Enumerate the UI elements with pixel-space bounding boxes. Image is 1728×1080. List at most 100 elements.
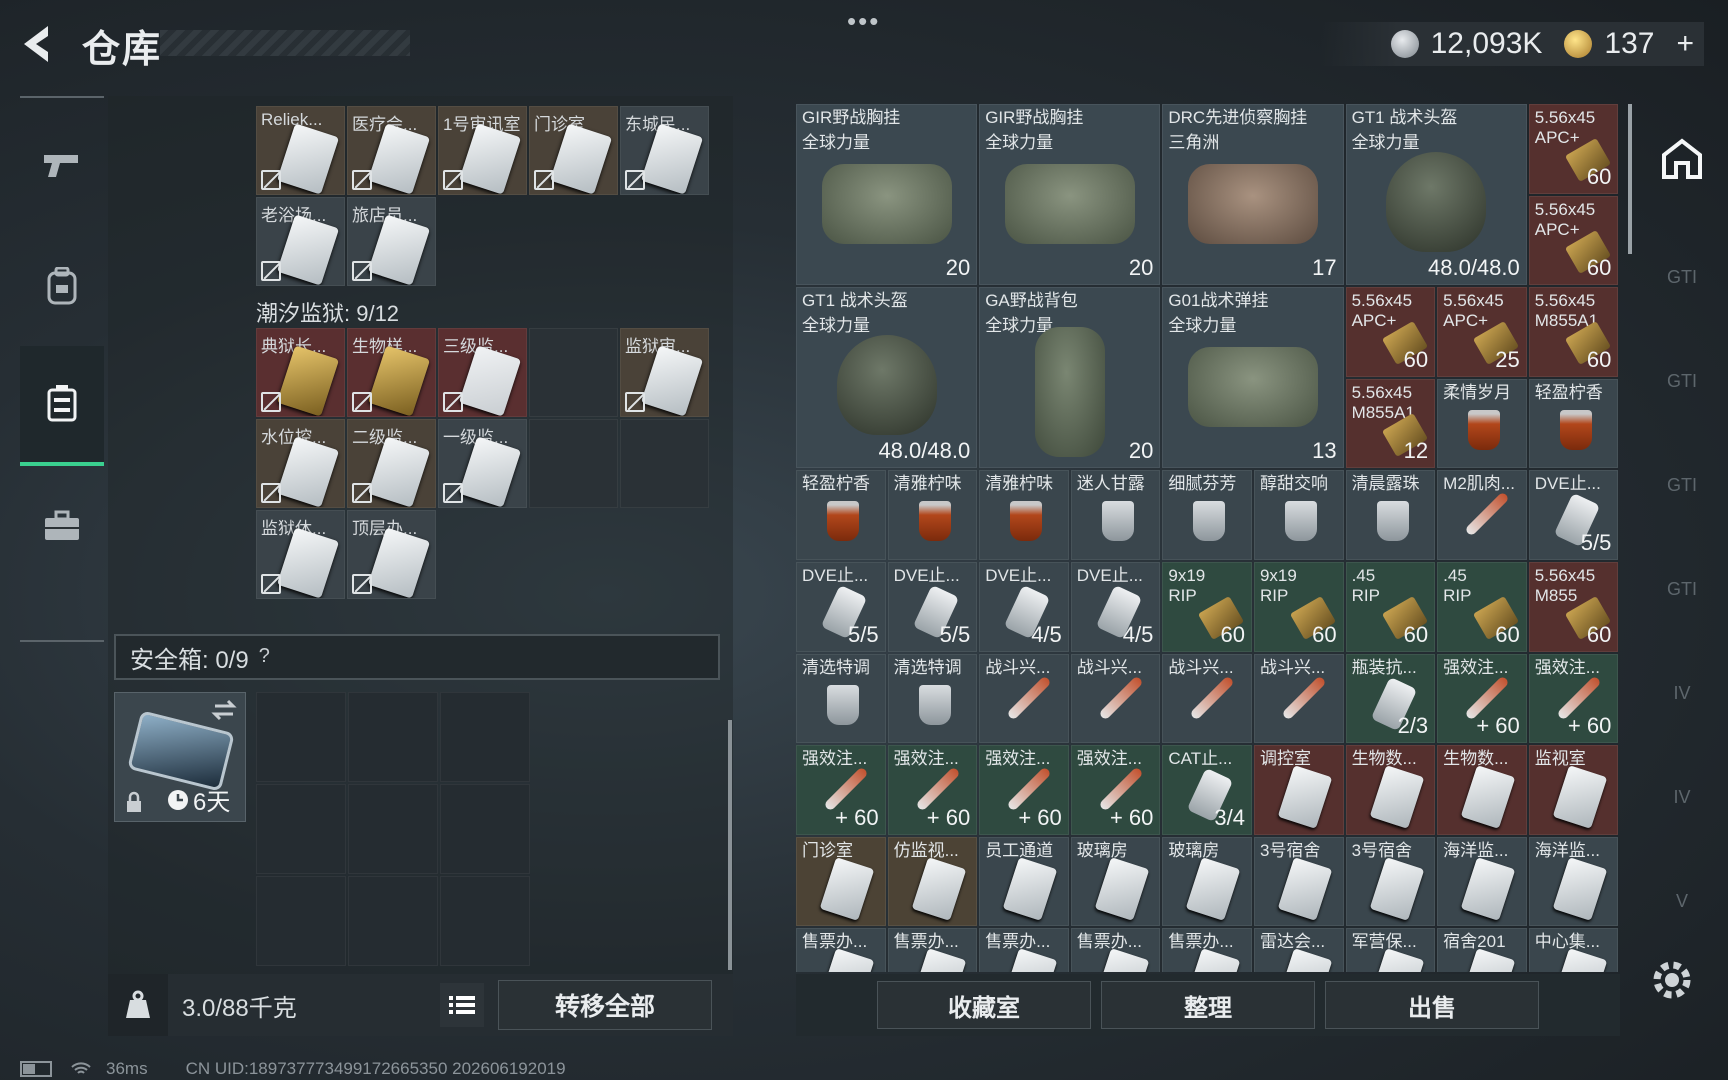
backpack-tab[interactable] xyxy=(20,226,104,346)
warehouse-item[interactable]: CAT止... 3/4 xyxy=(1162,745,1252,835)
key-slot[interactable]: 医疗会... xyxy=(347,106,436,195)
warehouse-item[interactable]: 5.56x45 M855 60 xyxy=(1528,561,1619,652)
key-slot[interactable]: 二级监... xyxy=(347,419,436,508)
warehouse-item[interactable]: 强效注... + 60 xyxy=(1528,653,1619,744)
key-slot[interactable]: 老浴场... xyxy=(256,197,345,286)
key-slot[interactable]: 三级监... xyxy=(438,328,527,417)
safebox-slot[interactable] xyxy=(440,876,530,966)
back-arrow-icon[interactable] xyxy=(18,22,60,66)
warehouse-item[interactable]: 5.56x45 APC+ 60 xyxy=(1528,195,1619,286)
transfer-all-button[interactable]: 转移全部 xyxy=(498,980,712,1030)
warehouse-item[interactable]: GIR野战胸挂 全球力量 20 xyxy=(796,104,978,286)
warehouse-item[interactable]: 9x19 RIP 60 xyxy=(1253,561,1344,652)
warehouse-item[interactable]: 中心集... xyxy=(1528,928,1619,972)
warehouse-item[interactable]: 战斗兴... xyxy=(1070,653,1161,744)
settings-gear-icon[interactable] xyxy=(1650,958,1694,1002)
key-slot[interactable]: 生物样... xyxy=(347,328,436,417)
sell-button[interactable]: 出售 xyxy=(1325,981,1539,1029)
warehouse-item[interactable]: 醇甜交响 xyxy=(1253,470,1344,560)
safebox-grid[interactable] xyxy=(256,692,530,966)
warehouse-item[interactable]: 生物数... xyxy=(1345,745,1436,835)
safebox-slot[interactable] xyxy=(256,692,346,782)
key-slot[interactable]: 监狱审... xyxy=(620,328,709,417)
help-icon[interactable]: ? xyxy=(259,645,283,669)
warehouse-item[interactable]: 5.56x45 APC+ 60 xyxy=(1528,104,1619,194)
key-slot[interactable]: 一级监... xyxy=(438,419,527,508)
warehouse-item[interactable]: 战斗兴... xyxy=(1162,653,1252,744)
warehouse-item[interactable]: 宿舍201 xyxy=(1437,928,1527,972)
key-slot[interactable]: Reliek... xyxy=(256,106,345,195)
warehouse-item[interactable]: .45 RIP 60 xyxy=(1437,561,1527,652)
warehouse-item[interactable]: DVE止... 5/5 xyxy=(796,561,886,652)
warehouse-item[interactable]: 清选特调 xyxy=(887,653,978,744)
equipment-filter-tab[interactable]: GTI xyxy=(1640,326,1724,436)
warehouse-item[interactable]: GA野战背包 全球力量 20 xyxy=(979,287,1161,469)
warehouse-item[interactable]: 5.56x45 M855A1 60 xyxy=(1528,287,1619,377)
list-view-button[interactable] xyxy=(440,983,484,1027)
warehouse-item[interactable]: 售票办... xyxy=(887,928,978,972)
warehouse-item[interactable]: 清雅柠味 xyxy=(887,470,978,560)
warehouse-item[interactable]: 售票办... xyxy=(979,928,1069,972)
warehouse-item[interactable]: GT1 战术头盔 全球力量 48.0/48.0 xyxy=(1345,104,1527,286)
left-scrollbar[interactable] xyxy=(728,720,732,970)
warehouse-item[interactable]: 强效注... + 60 xyxy=(887,745,978,835)
storage-tab[interactable] xyxy=(20,346,104,466)
key-slot[interactable] xyxy=(529,419,618,508)
warehouse-item[interactable]: 清雅柠味 xyxy=(979,470,1069,560)
equipment-filter-tab[interactable]: GTI xyxy=(1640,534,1724,644)
warehouse-item[interactable]: 海洋监... xyxy=(1437,836,1527,927)
warehouse-item[interactable]: DVE止... 4/5 xyxy=(979,561,1069,652)
warehouse-item[interactable]: G01战术弹挂 全球力量 13 xyxy=(1162,287,1344,469)
warehouse-item[interactable]: 轻盈柠香 xyxy=(796,470,886,560)
key-slot[interactable]: 水位控... xyxy=(256,419,345,508)
add-currency-button[interactable]: + xyxy=(1676,27,1694,61)
warehouse-item[interactable]: 3号宿舍 xyxy=(1345,836,1436,927)
warehouse-item[interactable]: M2肌肉... xyxy=(1437,470,1527,560)
safebox-slot[interactable] xyxy=(256,876,346,966)
warehouse-item[interactable]: 迷人甘露 xyxy=(1070,470,1161,560)
warehouse-item[interactable]: 5.56x45 M855A1 12 xyxy=(1345,378,1436,469)
warehouse-item[interactable]: 清晨露珠 xyxy=(1345,470,1436,560)
warehouse-item[interactable]: 柔情岁月 xyxy=(1437,378,1527,469)
warehouse-item[interactable]: 瓶装抗... 2/3 xyxy=(1345,653,1436,744)
warehouse-item[interactable]: DRC先进侦察胸挂 三角洲 17 xyxy=(1162,104,1344,286)
warehouse-item[interactable]: .45 RIP 60 xyxy=(1345,561,1436,652)
warehouse-item[interactable]: 清选特调 xyxy=(796,653,886,744)
key-slot[interactable]: 顶层办... xyxy=(347,510,436,599)
warehouse-item[interactable]: DVE止... 5/5 xyxy=(887,561,978,652)
warehouse-item[interactable]: 售票办... xyxy=(1070,928,1161,972)
equipment-filter-tab[interactable]: GTI xyxy=(1640,222,1724,332)
warehouse-item[interactable]: 玻璃房 xyxy=(1162,836,1252,927)
storage-filter-tab[interactable] xyxy=(1640,104,1724,214)
warehouse-item[interactable]: 9x19 RIP 60 xyxy=(1162,561,1252,652)
warehouse-item[interactable]: 雷达会... xyxy=(1253,928,1344,972)
warehouse-item[interactable]: GT1 战术头盔 全球力量 48.0/48.0 xyxy=(796,287,978,469)
warehouse-item[interactable]: 玻璃房 xyxy=(1070,836,1161,927)
warehouse-item[interactable]: 生物数... xyxy=(1437,745,1527,835)
warehouse-item[interactable]: 战斗兴... xyxy=(979,653,1069,744)
warehouse-item[interactable]: 3号宿舍 xyxy=(1253,836,1344,927)
equipment-filter-tab[interactable]: IV xyxy=(1640,742,1724,852)
key-slot[interactable] xyxy=(620,419,709,508)
safebox-slot[interactable] xyxy=(348,784,438,874)
warehouse-item[interactable]: 轻盈柠香 xyxy=(1528,378,1619,469)
warehouse-item[interactable]: DVE止... 4/5 xyxy=(1070,561,1161,652)
safebox-slot[interactable] xyxy=(440,692,530,782)
warehouse-item[interactable]: 门诊室 xyxy=(796,836,886,927)
equipment-filter-tab[interactable]: IV xyxy=(1640,638,1724,748)
warehouse-scrollbar[interactable] xyxy=(1628,104,1632,254)
warehouse-item[interactable]: 战斗兴... xyxy=(1253,653,1344,744)
key-slot[interactable]: 典狱长... xyxy=(256,328,345,417)
warehouse-item[interactable]: 仿监视... xyxy=(887,836,978,927)
warehouse-item[interactable]: 强效注... + 60 xyxy=(796,745,886,835)
safebox-slot[interactable] xyxy=(348,876,438,966)
warehouse-item[interactable]: 监视室 xyxy=(1528,745,1619,835)
warehouse-item[interactable]: 5.56x45 APC+ 25 xyxy=(1437,287,1527,377)
key-slot[interactable]: 监狱休... xyxy=(256,510,345,599)
key-slot[interactable]: 东城民... xyxy=(620,106,709,195)
key-slot[interactable]: 门诊室 xyxy=(529,106,618,195)
warehouse-item[interactable]: 售票办... xyxy=(796,928,886,972)
key-slot[interactable] xyxy=(529,328,618,417)
warehouse-item[interactable]: 军营保... xyxy=(1345,928,1436,972)
equipment-filter-tab[interactable]: GTI xyxy=(1640,430,1724,540)
